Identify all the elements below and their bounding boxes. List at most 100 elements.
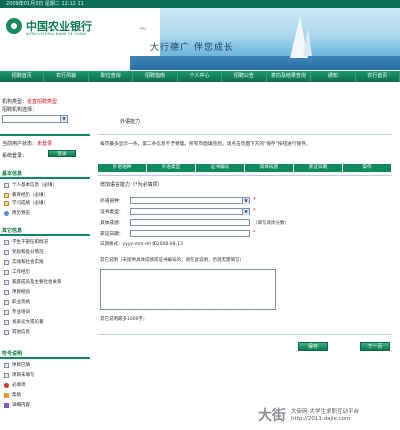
col-language: 外语语种 (98, 164, 147, 172)
menu-label: 发表论文或论著 (12, 320, 44, 325)
menu-item-cadre[interactable]: 学生干部任职情况 (4, 237, 48, 247)
region-note: 省直招聘类型 (27, 99, 58, 105)
date-format-hint: 日期格式：yyyy-mm-dd 如2008-08-13 (100, 242, 183, 247)
sea-graphic (130, 56, 400, 70)
login-button[interactable]: 登录 (48, 150, 76, 157)
nav-item-personal[interactable]: 个人中心 (177, 71, 223, 82)
legend-label: 详细内容 (12, 403, 30, 408)
menu-item-family[interactable]: 家庭成员及主要社会关系 (4, 277, 62, 287)
user-status-row: 当前用户状态：未登录 (2, 140, 52, 147)
nav-item-guide[interactable]: 招聘指南 (133, 71, 178, 82)
chevron-down-icon[interactable]: ▼ (242, 198, 249, 204)
menu-label: 家庭成员及主要社会关系 (12, 280, 62, 285)
next-page-button[interactable]: 下一页 (360, 342, 390, 351)
nav-item-abc-home[interactable]: 农行首页 (355, 71, 400, 82)
legend-section-title: 符号说明 (2, 351, 23, 357)
col-score: 具体成绩 (245, 164, 294, 172)
basic-section-title: 基本信息 (2, 171, 23, 177)
menu-item-training[interactable]: 专业培训 (4, 307, 30, 317)
legend-section-bar (0, 357, 90, 359)
watermark-line1: 大街网-大学生求职互动平台 (291, 409, 359, 415)
form-title: 增加语言能力（*为必填项） (100, 182, 163, 188)
legend-label: 必填项 (12, 383, 26, 388)
menu-label: 实践和社会实践 (12, 260, 44, 265)
score-input[interactable] (130, 219, 250, 226)
menu-item-other[interactable]: 其他信息 (4, 327, 30, 337)
chevron-down-icon[interactable]: ▼ (242, 209, 249, 215)
menu-item-basic-info[interactable]: 个人基本信息（必填） (4, 180, 57, 190)
sidebar: 机构类型：省直招聘类型 招聘机构选择： ▼ 当前用户状态：未登录 系统登录： 登… (0, 84, 90, 430)
document-icon (4, 319, 9, 325)
document-icon (4, 249, 9, 255)
menu-label: 工作经历 (12, 270, 30, 275)
legend-label: 项目已填 (12, 363, 30, 368)
col-date: 获证日期 (294, 164, 343, 172)
menu-item-awards[interactable]: 奖励和处分情况 (4, 247, 44, 257)
menu-item-practice[interactable]: 实践和社会实践 (4, 257, 44, 267)
folder-icon (4, 192, 9, 198)
menu-label: 学生干部任职情况 (12, 240, 48, 245)
required-mark: * (253, 208, 256, 214)
nav-item-announcements[interactable]: 招聘公告 (222, 71, 267, 82)
menu-label: 简历预览 (12, 211, 30, 216)
legend-filled: 项目已填 (4, 360, 30, 370)
cert-type-label: 证书类型： (100, 210, 124, 215)
col-type: 外语类型 (147, 164, 196, 172)
menu-item-qualification[interactable]: 职业资格 (4, 297, 30, 307)
required-mark: * (253, 197, 256, 203)
nav-item-jobs[interactable]: 职位查询 (88, 71, 134, 82)
nav-item-about[interactable]: 农行风貌 (44, 71, 89, 82)
cert-date-input[interactable] (130, 230, 250, 237)
unfilled-icon (4, 372, 9, 378)
header-banner: 中国农业银行 AGRICULTURAL BANK OF CHINA 〰 大行德广… (0, 8, 400, 70)
legend-detail: 详细内容 (4, 400, 30, 410)
nav-item-notice[interactable]: 通知 (311, 71, 356, 82)
document-icon (4, 309, 9, 315)
document-icon (4, 279, 9, 285)
save-button[interactable]: 保存 (298, 342, 328, 351)
legend-help: 帮助 (4, 390, 21, 400)
table-divider (98, 175, 392, 176)
document-icon (4, 329, 9, 335)
legend-label: 帮助 (12, 393, 21, 398)
title-divider (98, 134, 392, 135)
menu-label: 职业资格 (12, 300, 30, 305)
score-label: 具体成绩： (100, 221, 124, 226)
menu-item-papers[interactable]: 发表论文或论著 (4, 317, 44, 327)
menu-label: 其他信息 (12, 330, 30, 335)
legend-unfilled: 项目未填写 (4, 370, 35, 380)
detail-icon (4, 402, 9, 408)
watermark-line2: http://2011.dajie.com (291, 416, 351, 422)
preview-icon (4, 210, 9, 216)
language-select[interactable]: ▼ (130, 197, 250, 204)
menu-item-grades[interactable]: 学习成绩（必填） (4, 198, 48, 208)
menu-label: 个人基本信息（必填） (12, 183, 57, 188)
legend-label: 项目未填写 (12, 373, 35, 378)
menu-item-work[interactable]: 工作经历 (4, 267, 30, 277)
chevron-down-icon[interactable]: ▼ (60, 116, 67, 122)
document-icon (4, 289, 9, 295)
char-limit-note: 其它说明最多1000字。 (100, 317, 148, 322)
other-description-textarea[interactable] (100, 269, 276, 310)
sidebar-divider (0, 134, 90, 136)
legend-required: 必填项 (4, 380, 26, 390)
org-select[interactable]: ▼ (2, 115, 68, 123)
login-label: 系统登录： (2, 153, 28, 159)
col-action: 操作 (343, 164, 392, 172)
help-icon (4, 392, 9, 398)
watermark-logo: 大街 (258, 408, 286, 424)
basic-section-bar (0, 177, 90, 179)
cert-type-select[interactable]: ▼ (130, 208, 250, 215)
nav-item-home[interactable]: 招聘首页 (0, 71, 45, 82)
filled-icon (4, 362, 9, 368)
folder-icon (4, 200, 9, 206)
slogan: 大行德广 伴您成长 (150, 43, 234, 53)
notice-text: 每页最多显示一条，第二条信息不予受理。所有页面填完后，请点击页面下方的"保存"按… (100, 142, 311, 147)
user-status-label: 当前用户状态： (2, 141, 38, 147)
menu-item-projects[interactable]: 项目经验 (4, 287, 30, 297)
menu-label: 项目经验 (12, 290, 30, 295)
menu-item-preview[interactable]: 简历预览 (4, 208, 30, 218)
watermark: 大街 大街网-大学生求职互动平台 http://2011.dajie.com (258, 405, 400, 430)
nav-item-results[interactable]: 意向及结果查询 (266, 71, 312, 82)
user-status-value: 未登录 (37, 141, 53, 147)
